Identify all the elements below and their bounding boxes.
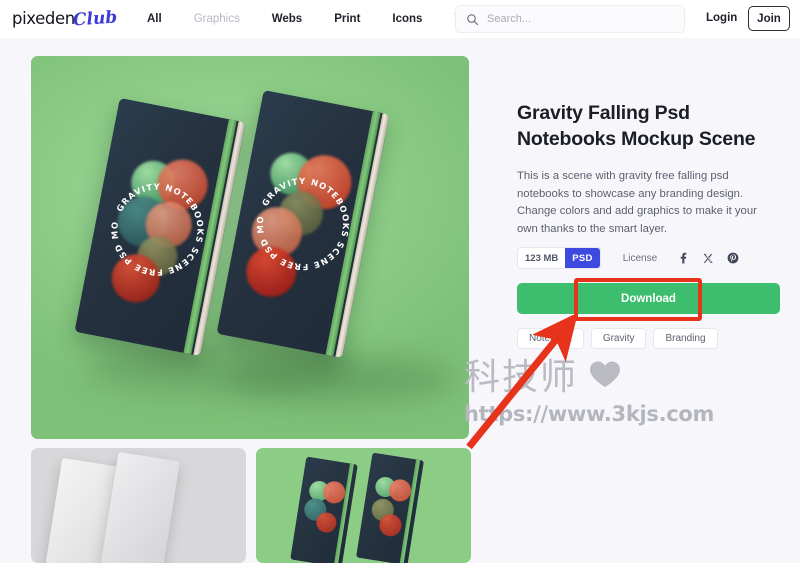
search-icon <box>467 13 479 25</box>
watermark-cn-label: 科技师 <box>464 357 579 398</box>
nav-item-icons[interactable]: Icons <box>376 13 438 25</box>
product-main-image[interactable]: GRAVITY NOTEBOOKS SCENE FREE PSD MOCKUP … <box>31 56 469 439</box>
logo-secondary-text: Club <box>72 7 118 31</box>
site-logo[interactable]: pixeden Club <box>12 7 118 31</box>
product-meta-row: 123 MB PSD License <box>517 247 739 269</box>
product-description: This is a scene with gravity free fallin… <box>517 170 757 235</box>
file-info-chip: 123 MB PSD <box>517 247 601 269</box>
gallery-thumbnail-2[interactable] <box>256 448 471 563</box>
file-size-label: 123 MB <box>525 252 559 264</box>
tag-gravity[interactable]: Gravity <box>590 328 647 349</box>
nav-item-graphics[interactable]: Graphics <box>178 13 256 25</box>
pinterest-icon[interactable] <box>727 252 739 264</box>
nav-item-all[interactable]: All <box>131 13 178 25</box>
heart-icon <box>590 361 621 387</box>
facebook-icon[interactable] <box>677 252 689 264</box>
notebook-shadow-right <box>226 356 456 402</box>
watermark: 科技师 https://www.3kjs.com <box>464 348 714 426</box>
thumb2-notebook-a <box>290 456 358 563</box>
tag-notebook[interactable]: Notebook <box>517 328 584 349</box>
search-input[interactable] <box>487 13 674 25</box>
product-tags: Notebook Gravity Branding <box>517 328 718 349</box>
search-box[interactable] <box>455 5 685 33</box>
watermark-url: https://www.3kjs.com <box>464 402 715 426</box>
site-header: pixeden Club All Graphics Webs Print Ico… <box>0 0 800 38</box>
file-format-badge: PSD <box>565 248 600 268</box>
social-share-group <box>677 252 739 264</box>
x-twitter-icon[interactable] <box>702 252 714 264</box>
product-title: Gravity Falling Psd Notebooks Mockup Sce… <box>517 102 756 150</box>
gallery-thumbnail-1[interactable] <box>31 448 246 563</box>
nav-item-webs[interactable]: Webs <box>256 13 318 25</box>
logo-primary-text: pixeden <box>12 9 75 28</box>
thumb2-notebook-b <box>356 452 424 563</box>
license-link[interactable]: License <box>623 253 657 264</box>
tag-branding[interactable]: Branding <box>653 328 718 349</box>
login-button[interactable]: Login <box>706 12 737 24</box>
download-button[interactable]: Download <box>517 283 780 314</box>
nav-item-print[interactable]: Print <box>318 13 376 25</box>
watermark-cn-text: 科技师 <box>464 348 714 400</box>
page-root: pixeden Club All Graphics Webs Print Ico… <box>0 0 800 563</box>
join-button[interactable]: Join <box>748 6 790 31</box>
